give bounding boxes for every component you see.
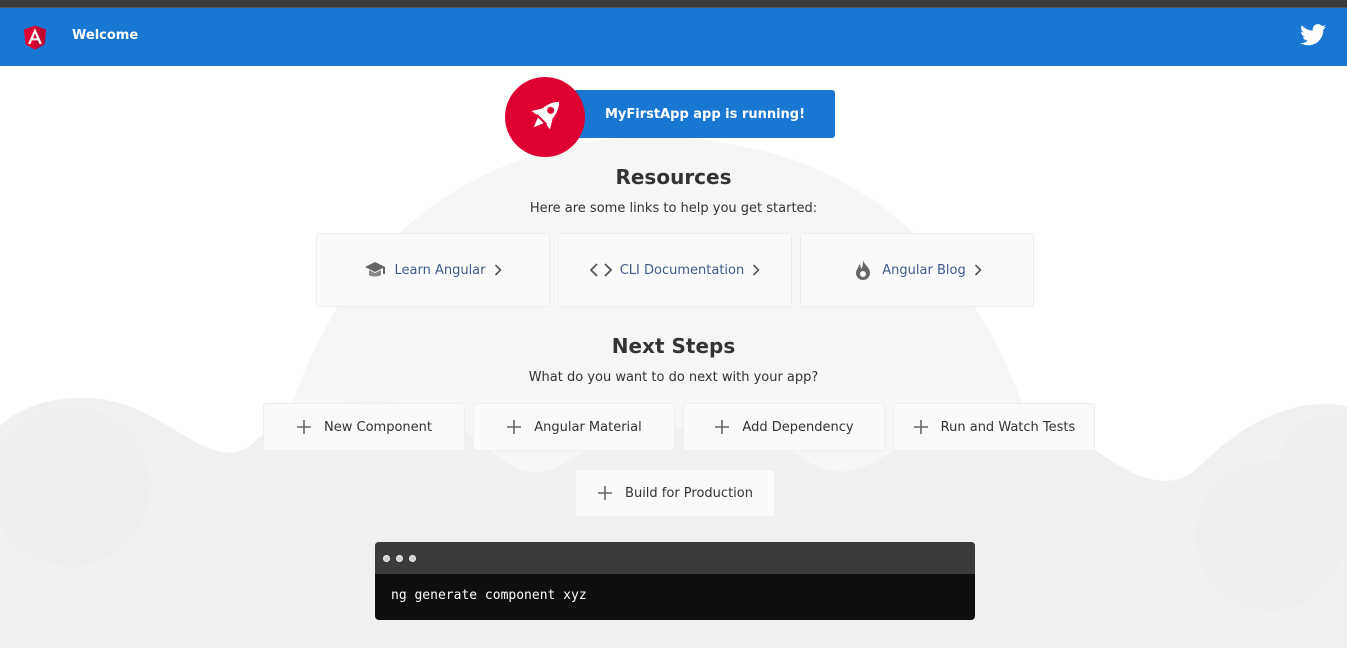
- learn-angular-card[interactable]: Learn Angular: [316, 233, 550, 307]
- app-running-text: MyFirstApp app is running!: [604, 106, 806, 122]
- run-and-watch-tests-card[interactable]: Run and Watch Tests: [893, 403, 1095, 451]
- terminal-dot: [396, 554, 403, 562]
- next-steps-title: Next Steps: [611, 334, 736, 358]
- toolbar-title: Welcome: [72, 28, 139, 43]
- plus-icon: [715, 420, 730, 434]
- run-and-watch-tests-label: Run and Watch Tests: [940, 419, 1076, 435]
- angular-blog-card[interactable]: Angular Blog: [800, 233, 1034, 307]
- new-component-label: New Component: [324, 419, 432, 435]
- add-dependency-label: Add Dependency: [742, 419, 854, 435]
- chevron-right-icon: [974, 264, 982, 276]
- cli-documentation-card[interactable]: CLI Documentation: [558, 233, 792, 307]
- resources-subtitle: Here are some links to help you get star…: [529, 201, 818, 216]
- chevron-right-icon: [753, 264, 760, 276]
- app-running-banner: MyFirstApp app is running!: [573, 90, 835, 138]
- build-for-production-card[interactable]: Build for Production: [575, 469, 775, 517]
- plus-icon: [913, 420, 928, 434]
- plus-icon: [598, 486, 613, 500]
- code-brackets-icon: [589, 259, 612, 281]
- plus-icon: [507, 420, 522, 434]
- angular-blog-label: Angular Blog: [882, 262, 966, 278]
- build-for-production-label: Build for Production: [625, 485, 753, 501]
- new-component-card[interactable]: New Component: [263, 403, 465, 451]
- cli-documentation-label: CLI Documentation: [619, 262, 745, 278]
- chevron-right-icon: [494, 264, 502, 276]
- flame-icon: [852, 259, 874, 281]
- angular-logo-icon: [23, 25, 47, 50]
- terminal-titlebar: [375, 542, 975, 574]
- terminal-command: ng generate component xyz: [391, 588, 587, 603]
- next-steps-subtitle: What do you want to do next with your ap…: [528, 370, 819, 385]
- angular-material-card[interactable]: Angular Material: [473, 403, 675, 451]
- rocket-badge: [505, 77, 585, 157]
- graduation-cap-icon: [364, 259, 386, 281]
- add-dependency-card[interactable]: Add Dependency: [683, 403, 885, 451]
- resources-title: Resources: [615, 165, 732, 189]
- app-toolbar: Welcome: [0, 8, 1347, 66]
- plus-icon: [297, 420, 312, 434]
- rocket-icon: [531, 101, 560, 130]
- terminal-dot: [409, 554, 416, 562]
- learn-angular-label: Learn Angular: [394, 262, 486, 278]
- terminal-dot: [383, 554, 390, 562]
- window-frame-top: [0, 0, 1347, 8]
- twitter-icon[interactable]: [1300, 24, 1326, 46]
- angular-material-label: Angular Material: [534, 419, 642, 435]
- terminal: ng generate component xyz: [375, 542, 975, 620]
